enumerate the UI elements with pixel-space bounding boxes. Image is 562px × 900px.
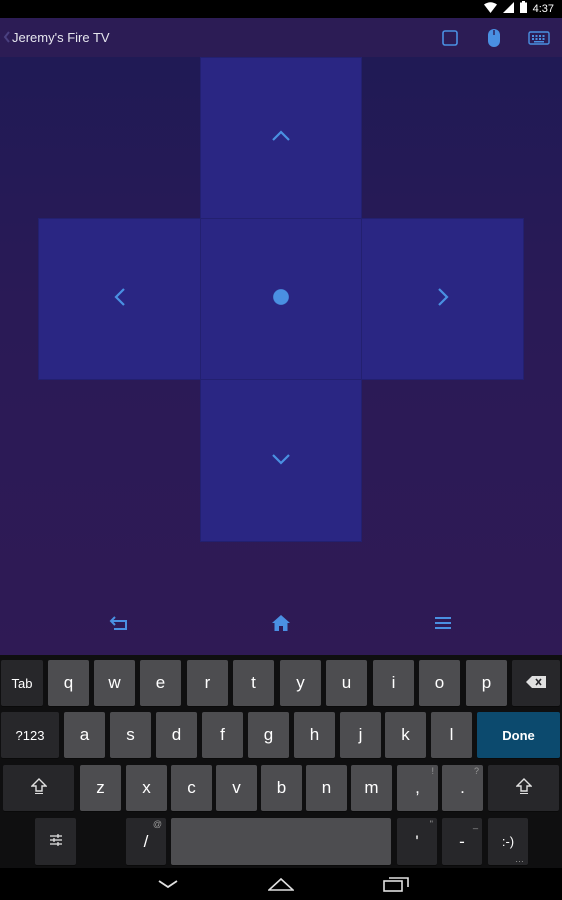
key-smiley-label: :-) <box>501 834 515 849</box>
key-r[interactable]: r <box>187 660 228 706</box>
nav-back-icon[interactable] <box>152 874 184 894</box>
home-icon[interactable] <box>269 612 293 634</box>
key-symbols[interactable]: ?123 <box>1 712 59 758</box>
settings-sliders-icon <box>49 832 63 852</box>
mouse-icon[interactable] <box>482 26 506 50</box>
key-comma-label: , <box>415 778 420 797</box>
key-slash-hint: @ <box>152 819 162 829</box>
key-done[interactable]: Done <box>477 712 560 758</box>
key-apostrophe[interactable]: ' " <box>397 818 437 865</box>
key-slash[interactable]: / @ <box>126 818 166 865</box>
dpad-right-button[interactable] <box>361 218 524 380</box>
key-t[interactable]: t <box>233 660 274 706</box>
key-z[interactable]: z <box>80 765 121 811</box>
key-dash-label: - <box>459 831 465 851</box>
back-chevron-icon[interactable] <box>3 30 11 44</box>
key-h[interactable]: h <box>294 712 335 758</box>
key-o[interactable]: o <box>419 660 460 706</box>
wifi-icon <box>483 0 497 18</box>
arrow-down-icon <box>271 452 291 470</box>
key-period[interactable]: . ? <box>442 765 483 811</box>
menu-icon[interactable] <box>431 612 455 634</box>
key-k[interactable]: k <box>385 712 426 758</box>
key-n[interactable]: n <box>306 765 347 811</box>
key-s[interactable]: s <box>110 712 151 758</box>
dpad-down-button[interactable] <box>200 379 362 542</box>
key-v[interactable]: v <box>216 765 257 811</box>
action-bar: Jeremy's Fire TV <box>0 18 562 57</box>
key-settings[interactable] <box>35 818 76 865</box>
nav-recents-icon[interactable] <box>380 874 412 894</box>
dpad-select-button[interactable] <box>200 218 362 380</box>
key-apostrophe-label: ' <box>415 831 419 851</box>
device-title[interactable]: Jeremy's Fire TV <box>12 30 110 45</box>
arrow-left-icon <box>113 287 126 312</box>
soft-keyboard: Tab q w e r t y u i o p ?123 a s d f g h… <box>0 655 562 868</box>
key-c[interactable]: c <box>171 765 212 811</box>
key-comma-hint: ! <box>431 766 434 776</box>
key-tab[interactable]: Tab <box>1 660 43 706</box>
key-i[interactable]: i <box>373 660 414 706</box>
key-u[interactable]: u <box>326 660 367 706</box>
arrow-right-icon <box>437 287 449 312</box>
key-d[interactable]: d <box>156 712 197 758</box>
dpad-up-button[interactable] <box>200 57 362 219</box>
key-j[interactable]: j <box>340 712 381 758</box>
select-circle-icon <box>272 288 290 311</box>
arrow-up-icon <box>271 129 291 147</box>
key-l[interactable]: l <box>431 712 472 758</box>
key-q[interactable]: q <box>48 660 89 706</box>
status-time: 4:37 <box>532 3 554 15</box>
key-period-hint: ? <box>473 766 479 776</box>
key-comma[interactable]: , ! <box>397 765 438 811</box>
key-smiley-hint: … <box>515 854 524 864</box>
key-period-label: . <box>460 778 465 797</box>
status-icons: 4:37 <box>483 0 554 18</box>
key-w[interactable]: w <box>94 660 135 706</box>
back-icon[interactable] <box>107 612 131 634</box>
shift-left-icon <box>29 777 48 799</box>
nav-home-icon[interactable] <box>265 874 297 894</box>
key-dash-hint: _ <box>472 819 478 829</box>
key-slash-label: / <box>143 831 149 851</box>
key-a[interactable]: a <box>64 712 105 758</box>
key-b[interactable]: b <box>261 765 302 811</box>
square-icon[interactable] <box>438 26 462 50</box>
shift-right-icon <box>514 777 533 799</box>
key-shift-right[interactable] <box>488 765 559 811</box>
backspace-icon <box>526 673 546 693</box>
key-y[interactable]: y <box>280 660 321 706</box>
status-bar: 4:37 <box>0 0 562 18</box>
key-dash[interactable]: - _ <box>442 818 482 865</box>
spacebar[interactable] <box>171 818 391 865</box>
key-e[interactable]: e <box>140 660 181 706</box>
keyboard-icon[interactable] <box>527 26 551 50</box>
key-g[interactable]: g <box>248 712 289 758</box>
key-backspace[interactable] <box>512 660 560 706</box>
key-apostrophe-hint: " <box>429 819 433 829</box>
remote-app: Jeremy's Fire TV <box>0 18 562 655</box>
dpad-left-button[interactable] <box>38 218 201 380</box>
navigation-bar <box>0 868 562 900</box>
signal-icon <box>502 0 514 18</box>
key-shift-left[interactable] <box>3 765 74 811</box>
key-smiley[interactable]: :-) … <box>488 818 528 865</box>
battery-icon <box>519 0 527 18</box>
key-m[interactable]: m <box>351 765 392 811</box>
key-p[interactable]: p <box>466 660 507 706</box>
key-x[interactable]: x <box>126 765 167 811</box>
key-f[interactable]: f <box>202 712 243 758</box>
